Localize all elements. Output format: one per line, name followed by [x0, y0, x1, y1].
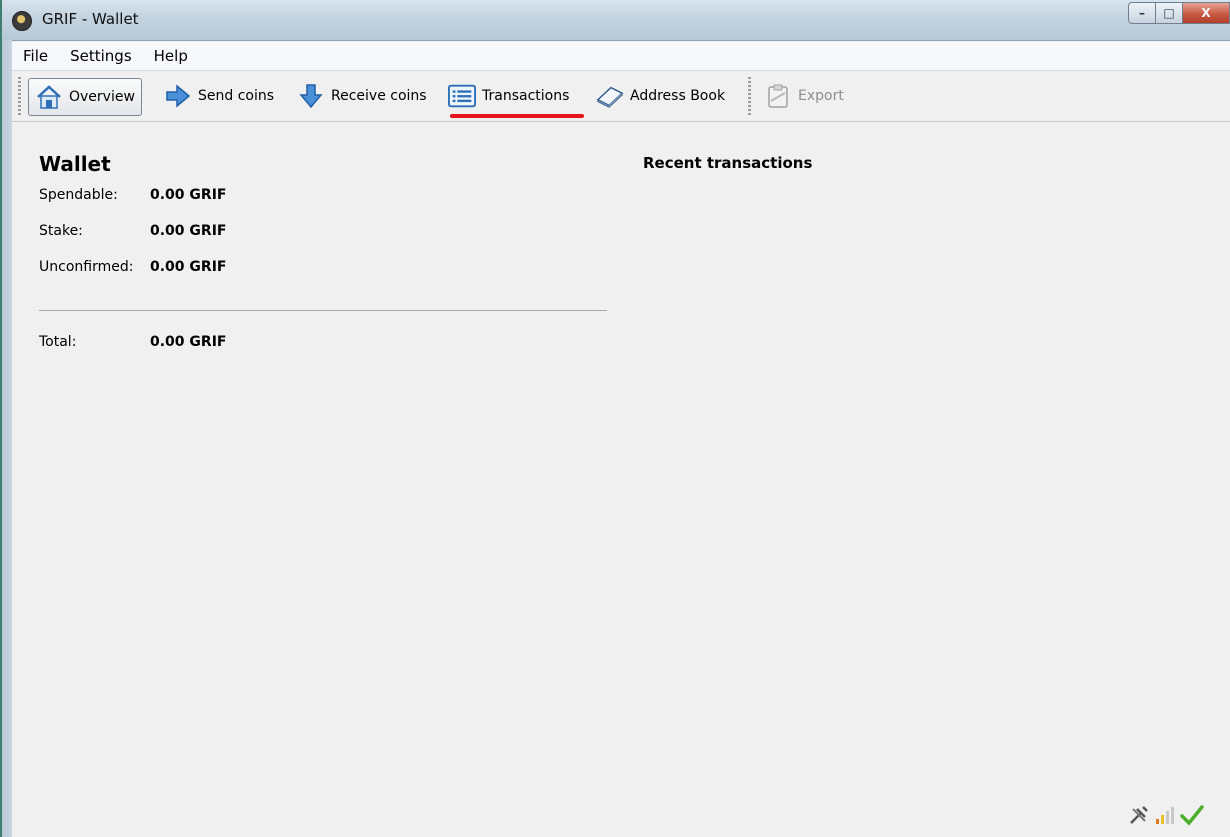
- window-frame: [2, 40, 12, 837]
- list-icon: [448, 82, 476, 110]
- stake-value: 0.00 GRIF: [150, 223, 227, 239]
- unconfirmed-label: Unconfirmed:: [39, 259, 134, 275]
- send-coins-label: Send coins: [198, 88, 275, 104]
- menu-help[interactable]: Help: [143, 47, 199, 65]
- overview-page: Wallet Spendable: 0.00 GRIF Stake: 0.00 …: [12, 122, 1230, 834]
- receive-coins-label: Receive coins: [331, 88, 427, 104]
- menu-file[interactable]: File: [12, 47, 59, 65]
- close-button[interactable]: X: [1183, 2, 1230, 24]
- status-icons: [1128, 804, 1204, 830]
- address-book-button[interactable]: Address Book: [590, 78, 731, 114]
- unconfirmed-value: 0.00 GRIF: [150, 259, 227, 275]
- menu-bar: File Settings Help: [12, 42, 1230, 71]
- transactions-label: Transactions: [482, 88, 570, 104]
- overview-label: Overview: [69, 89, 135, 105]
- signal-bars-icon[interactable]: [1154, 804, 1176, 830]
- annotation-underline: [450, 114, 584, 118]
- wallet-heading: Wallet: [39, 152, 111, 176]
- menu-settings[interactable]: Settings: [59, 47, 143, 65]
- close-icon: X: [1201, 6, 1211, 20]
- send-coins-button[interactable]: Send coins: [158, 78, 280, 114]
- title-bar[interactable]: GRIF - Wallet – □ X: [2, 0, 1230, 41]
- total-value: 0.00 GRIF: [150, 334, 227, 350]
- window-title: GRIF - Wallet: [42, 10, 139, 28]
- address-book-icon: [596, 82, 624, 110]
- toolbar: Overview Send coins Receive coins Transa…: [12, 71, 1230, 122]
- spendable-label: Spendable:: [39, 187, 118, 203]
- divider: [39, 310, 607, 311]
- address-book-label: Address Book: [630, 88, 726, 104]
- toolbar-grip[interactable]: [748, 77, 751, 115]
- status-bar: [12, 798, 1230, 834]
- stake-label: Stake:: [39, 223, 83, 239]
- maximize-icon: □: [1163, 6, 1175, 20]
- export-button[interactable]: Export: [758, 78, 850, 114]
- arrow-right-icon: [164, 82, 192, 110]
- recent-transactions-heading: Recent transactions: [643, 154, 813, 172]
- arrow-down-icon: [297, 82, 325, 110]
- minimize-button[interactable]: –: [1128, 2, 1156, 24]
- app-logo-icon: [12, 11, 32, 31]
- app-window: GRIF - Wallet – □ X File Settings Help O…: [2, 0, 1230, 837]
- transactions-button[interactable]: Transactions: [442, 78, 575, 114]
- clipboard-icon: [764, 82, 792, 110]
- receive-coins-button[interactable]: Receive coins: [291, 78, 433, 114]
- tools-icon[interactable]: [1128, 804, 1150, 830]
- home-icon: [35, 83, 63, 111]
- total-label: Total:: [39, 334, 77, 350]
- maximize-button[interactable]: □: [1156, 2, 1183, 24]
- export-label: Export: [798, 88, 844, 104]
- minimize-icon: –: [1139, 6, 1145, 20]
- toolbar-grip[interactable]: [18, 77, 21, 115]
- spendable-value: 0.00 GRIF: [150, 187, 227, 203]
- overview-button[interactable]: Overview: [28, 78, 142, 116]
- window-controls: – □ X: [1128, 2, 1230, 24]
- checkmark-icon[interactable]: [1180, 804, 1204, 830]
